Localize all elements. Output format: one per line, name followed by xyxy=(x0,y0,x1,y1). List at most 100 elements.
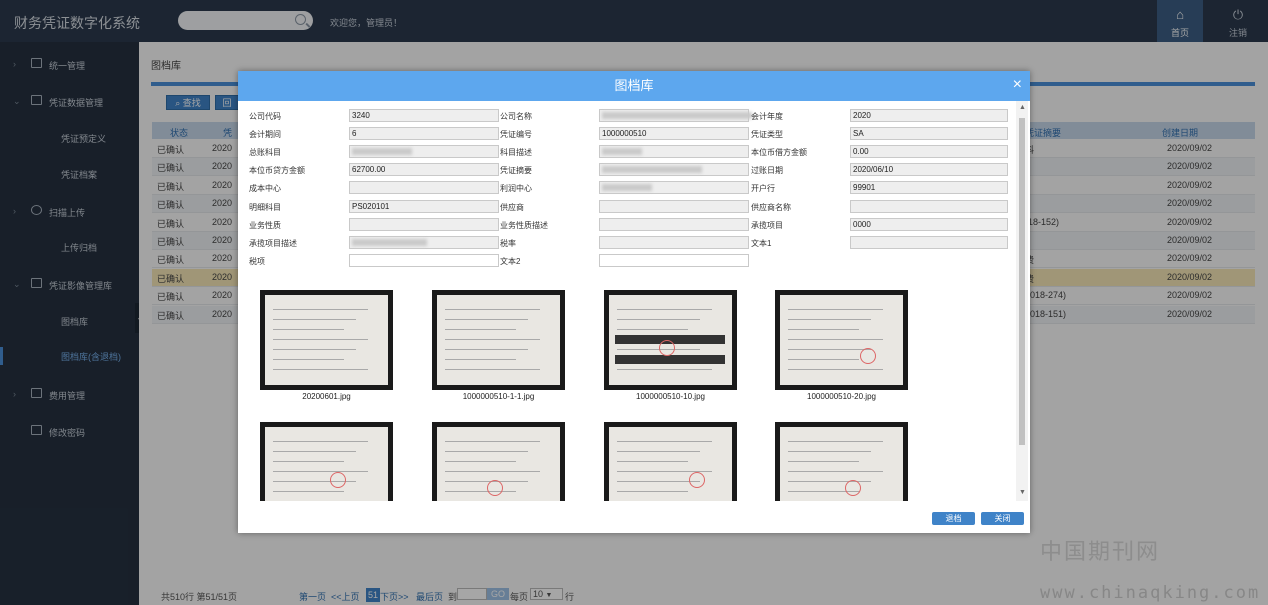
field-supplier-name[interactable] xyxy=(850,199,1008,213)
field-tax-item[interactable] xyxy=(349,253,499,267)
text-line xyxy=(445,319,528,320)
text-line xyxy=(788,359,859,360)
field-label-supplier: 供应商 xyxy=(500,202,524,212)
image-filename[interactable]: 1000000510-20.jpg xyxy=(775,392,908,401)
text-line xyxy=(273,369,368,370)
voucher-image-thumbnail[interactable] xyxy=(260,422,393,501)
field-voucher-no[interactable]: 1000000510 xyxy=(599,127,749,141)
field-voucher-type[interactable]: SA xyxy=(850,127,1008,141)
text-line xyxy=(617,369,712,370)
stamp-seal xyxy=(860,348,876,364)
text-line xyxy=(617,319,700,320)
field-value: 62700.00 xyxy=(352,165,386,175)
text-line xyxy=(788,349,871,350)
stamp-seal xyxy=(845,480,861,496)
voucher-image-thumbnail[interactable] xyxy=(604,290,737,390)
dialog-scrollbar[interactable]: ▲ ▼ xyxy=(1016,101,1028,501)
return-archive-button[interactable]: 退档 xyxy=(932,512,975,525)
field-label-supplier-name: 供应商名称 xyxy=(751,202,791,212)
voucher-image-thumbnail[interactable] xyxy=(604,422,737,501)
field-cost-center[interactable] xyxy=(349,181,499,195)
close-icon[interactable]: × xyxy=(1013,77,1022,93)
voucher-image-thumbnail[interactable] xyxy=(432,422,565,501)
field-text2[interactable] xyxy=(599,253,749,267)
text-line xyxy=(273,441,368,442)
field-business-nature-desc[interactable] xyxy=(599,217,749,231)
text-line xyxy=(788,461,859,462)
text-line xyxy=(617,309,712,310)
text-line xyxy=(445,481,528,482)
field-label-local-debit: 本位币借方金额 xyxy=(751,148,807,158)
dialog-body: 公司代码 3240 公司名称 会计年度 2020 会计期间 6 凭证编号 1000000510 凭… xyxy=(238,101,1016,501)
field-detail-account[interactable]: PS020101 xyxy=(349,199,499,213)
text-line xyxy=(788,471,883,472)
field-value: 0.00 xyxy=(853,147,869,157)
image-archive-dialog: 图档库 × 公司代码 3240 公司名称 会计年度 2020 会计期间 6 凭证编号 10000… xyxy=(238,71,1030,533)
field-local-credit[interactable]: 62700.00 xyxy=(349,163,499,177)
dialog-title: 图档库 xyxy=(614,78,654,93)
text-line xyxy=(273,491,344,492)
field-label-voucher-no: 凭证编号 xyxy=(500,130,532,140)
text-line xyxy=(788,319,871,320)
field-company-code[interactable]: 3240 xyxy=(349,109,499,122)
field-label-gl-account: 总账科目 xyxy=(249,148,281,158)
redacted-value xyxy=(602,166,702,174)
field-contract-item-desc[interactable] xyxy=(349,235,499,249)
field-label-company-code: 公司代码 xyxy=(249,112,281,121)
redacted-value xyxy=(602,184,652,192)
field-label-company-name: 公司名称 xyxy=(500,112,532,121)
dark-band xyxy=(615,355,725,364)
field-label-tax-rate: 税率 xyxy=(500,238,516,248)
field-bank[interactable]: 99901 xyxy=(850,181,1008,195)
field-label-tax-item: 税项 xyxy=(249,256,265,266)
scrollbar-thumb[interactable] xyxy=(1019,118,1025,445)
field-period[interactable]: 6 xyxy=(349,127,499,141)
text-line xyxy=(617,481,700,482)
text-line xyxy=(445,309,540,310)
field-company-name[interactable] xyxy=(599,109,752,122)
field-local-debit[interactable]: 0.00 xyxy=(850,145,1008,159)
field-business-nature[interactable] xyxy=(349,217,499,231)
text-line xyxy=(617,491,688,492)
close-button[interactable]: 关闭 xyxy=(981,512,1024,525)
document-image xyxy=(609,427,732,501)
voucher-image-thumbnail[interactable] xyxy=(775,422,908,501)
scroll-up-icon[interactable]: ▲ xyxy=(1019,104,1026,111)
document-image xyxy=(265,427,388,501)
field-label-voucher-type: 凭证类型 xyxy=(751,130,783,140)
redacted-value xyxy=(352,148,412,156)
field-fiscal-year[interactable]: 2020 xyxy=(850,109,1008,122)
field-label-local-credit: 本位币贷方金额 xyxy=(249,166,305,176)
field-account-desc[interactable] xyxy=(599,145,749,159)
field-profit-center[interactable] xyxy=(599,181,749,195)
field-gl-account[interactable] xyxy=(349,145,499,159)
field-supplier[interactable] xyxy=(599,199,749,213)
image-filename[interactable]: 1000000510-1-1.jpg xyxy=(432,392,565,401)
text-line xyxy=(788,309,883,310)
document-image xyxy=(609,295,732,385)
field-text1[interactable] xyxy=(850,235,1008,249)
field-value: 1000000510 xyxy=(602,129,647,139)
field-tax-rate[interactable] xyxy=(599,235,749,249)
text-line xyxy=(273,329,344,330)
text-line xyxy=(445,339,540,340)
text-line xyxy=(445,491,516,492)
field-label-period: 会计期间 xyxy=(249,130,281,140)
field-contract-item[interactable]: 0000 xyxy=(850,217,1008,231)
field-voucher-summary[interactable] xyxy=(599,163,749,177)
voucher-image-thumbnail[interactable] xyxy=(432,290,565,390)
field-value: PS020101 xyxy=(352,201,390,211)
voucher-image-thumbnail[interactable] xyxy=(775,290,908,390)
document-image xyxy=(780,427,903,501)
stamp-seal xyxy=(659,340,675,356)
field-value: 6 xyxy=(352,129,357,139)
image-filename[interactable]: 20200601.jpg xyxy=(260,392,393,401)
text-line xyxy=(788,441,883,442)
text-line xyxy=(617,441,712,442)
text-line xyxy=(788,339,883,340)
image-filename[interactable]: 1000000510-10.jpg xyxy=(604,392,737,401)
scroll-down-icon[interactable]: ▼ xyxy=(1019,489,1026,496)
field-posting-date[interactable]: 2020/06/10 xyxy=(850,163,1008,177)
voucher-image-thumbnail[interactable] xyxy=(260,290,393,390)
document-image xyxy=(265,295,388,385)
